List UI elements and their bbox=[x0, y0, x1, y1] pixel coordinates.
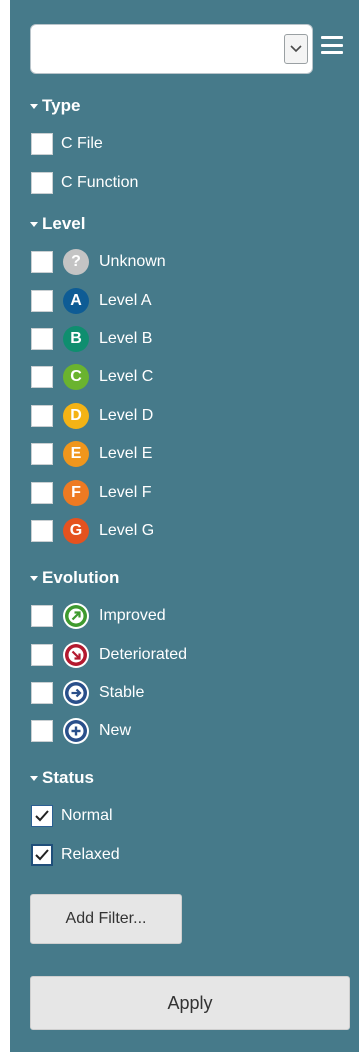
item-label: Unknown bbox=[99, 253, 166, 271]
level-e-icon: E bbox=[63, 441, 89, 468]
level-c-icon: C bbox=[63, 364, 89, 391]
item-label: Level G bbox=[99, 521, 155, 539]
collapse-caret-icon bbox=[30, 575, 38, 581]
checkbox[interactable] bbox=[31, 720, 53, 743]
collapse-caret-icon bbox=[30, 775, 38, 781]
level-item-unknown[interactable]: ? Unknown bbox=[10, 243, 359, 281]
checkbox[interactable] bbox=[31, 481, 53, 504]
checkbox[interactable] bbox=[31, 251, 53, 274]
section-level-label: Level bbox=[42, 214, 86, 233]
checkbox[interactable] bbox=[31, 843, 53, 866]
section-status-title[interactable]: Status bbox=[10, 767, 359, 789]
checkbox[interactable] bbox=[31, 643, 53, 666]
chevron-down-icon bbox=[290, 45, 302, 53]
checkbox[interactable] bbox=[31, 133, 53, 156]
checkbox[interactable] bbox=[31, 289, 53, 312]
section-status-label: Status bbox=[42, 768, 94, 787]
filter-panel: Type C File C Function Level ? Unknown A… bbox=[10, 0, 359, 1052]
new-plus-icon bbox=[63, 718, 89, 745]
evolution-item-deteriorated[interactable]: Deteriorated bbox=[10, 635, 359, 673]
item-label: Level E bbox=[99, 445, 153, 463]
section-type-title[interactable]: Type bbox=[10, 95, 359, 117]
level-b-icon: B bbox=[63, 325, 89, 352]
item-label: C File bbox=[61, 135, 103, 153]
evolution-item-stable[interactable]: Stable bbox=[10, 674, 359, 712]
item-label: Level F bbox=[99, 483, 152, 501]
checkbox[interactable] bbox=[31, 681, 53, 704]
item-label: Deteriorated bbox=[99, 645, 188, 663]
level-a-icon: A bbox=[63, 287, 89, 314]
unknown-level-icon: ? bbox=[63, 249, 89, 276]
checkbox[interactable] bbox=[31, 605, 53, 628]
type-item-c-file[interactable]: C File bbox=[10, 125, 359, 163]
level-item-g[interactable]: G Level G bbox=[10, 512, 359, 550]
menu-icon[interactable] bbox=[321, 36, 343, 54]
checkbox[interactable] bbox=[31, 443, 53, 466]
item-label: Stable bbox=[99, 683, 145, 701]
apply-button[interactable]: Apply bbox=[30, 976, 350, 1030]
level-item-b[interactable]: B Level B bbox=[10, 320, 359, 358]
checkbox[interactable] bbox=[31, 519, 53, 542]
filter-combo[interactable] bbox=[30, 24, 313, 74]
item-label: Level B bbox=[99, 329, 153, 347]
checkbox[interactable] bbox=[31, 805, 53, 828]
checkbox[interactable] bbox=[31, 366, 53, 389]
item-label: Normal bbox=[61, 807, 113, 825]
checkmark-icon bbox=[35, 810, 49, 822]
section-evolution-label: Evolution bbox=[42, 568, 120, 587]
collapse-caret-icon bbox=[30, 221, 38, 227]
evolution-item-new[interactable]: New bbox=[10, 712, 359, 750]
item-label: Relaxed bbox=[61, 845, 120, 863]
item-label: Level D bbox=[99, 406, 154, 424]
item-label: Improved bbox=[99, 607, 166, 625]
level-g-icon: G bbox=[63, 517, 89, 544]
item-label: Level A bbox=[99, 291, 152, 309]
level-d-icon: D bbox=[63, 402, 89, 429]
checkbox[interactable] bbox=[31, 404, 53, 427]
level-f-icon: F bbox=[63, 479, 89, 506]
collapse-caret-icon bbox=[30, 103, 38, 109]
section-type-label: Type bbox=[42, 96, 81, 115]
evolution-item-improved[interactable]: Improved bbox=[10, 597, 359, 635]
checkbox[interactable] bbox=[31, 171, 53, 194]
combo-dropdown-button[interactable] bbox=[284, 34, 308, 64]
item-label: New bbox=[99, 722, 132, 740]
deteriorated-arrow-icon bbox=[63, 641, 89, 668]
item-label: Level C bbox=[99, 368, 154, 386]
status-item-normal[interactable]: Normal bbox=[10, 797, 359, 835]
checkbox[interactable] bbox=[31, 327, 53, 350]
level-item-a[interactable]: A Level A bbox=[10, 281, 359, 319]
level-item-d[interactable]: D Level D bbox=[10, 397, 359, 435]
section-evolution-title[interactable]: Evolution bbox=[10, 567, 359, 589]
top-row bbox=[10, 24, 359, 74]
section-level-title[interactable]: Level bbox=[10, 213, 359, 235]
add-filter-button[interactable]: Add Filter... bbox=[30, 894, 182, 944]
status-item-relaxed[interactable]: Relaxed bbox=[10, 835, 359, 873]
stable-arrow-icon bbox=[63, 679, 89, 706]
checkmark-icon bbox=[35, 848, 49, 861]
level-item-f[interactable]: F Level F bbox=[10, 473, 359, 511]
level-item-c[interactable]: C Level C bbox=[10, 358, 359, 396]
item-label: C Function bbox=[61, 173, 139, 191]
level-item-e[interactable]: E Level E bbox=[10, 435, 359, 473]
improved-arrow-icon bbox=[63, 603, 89, 630]
type-item-c-function[interactable]: C Function bbox=[10, 163, 359, 201]
